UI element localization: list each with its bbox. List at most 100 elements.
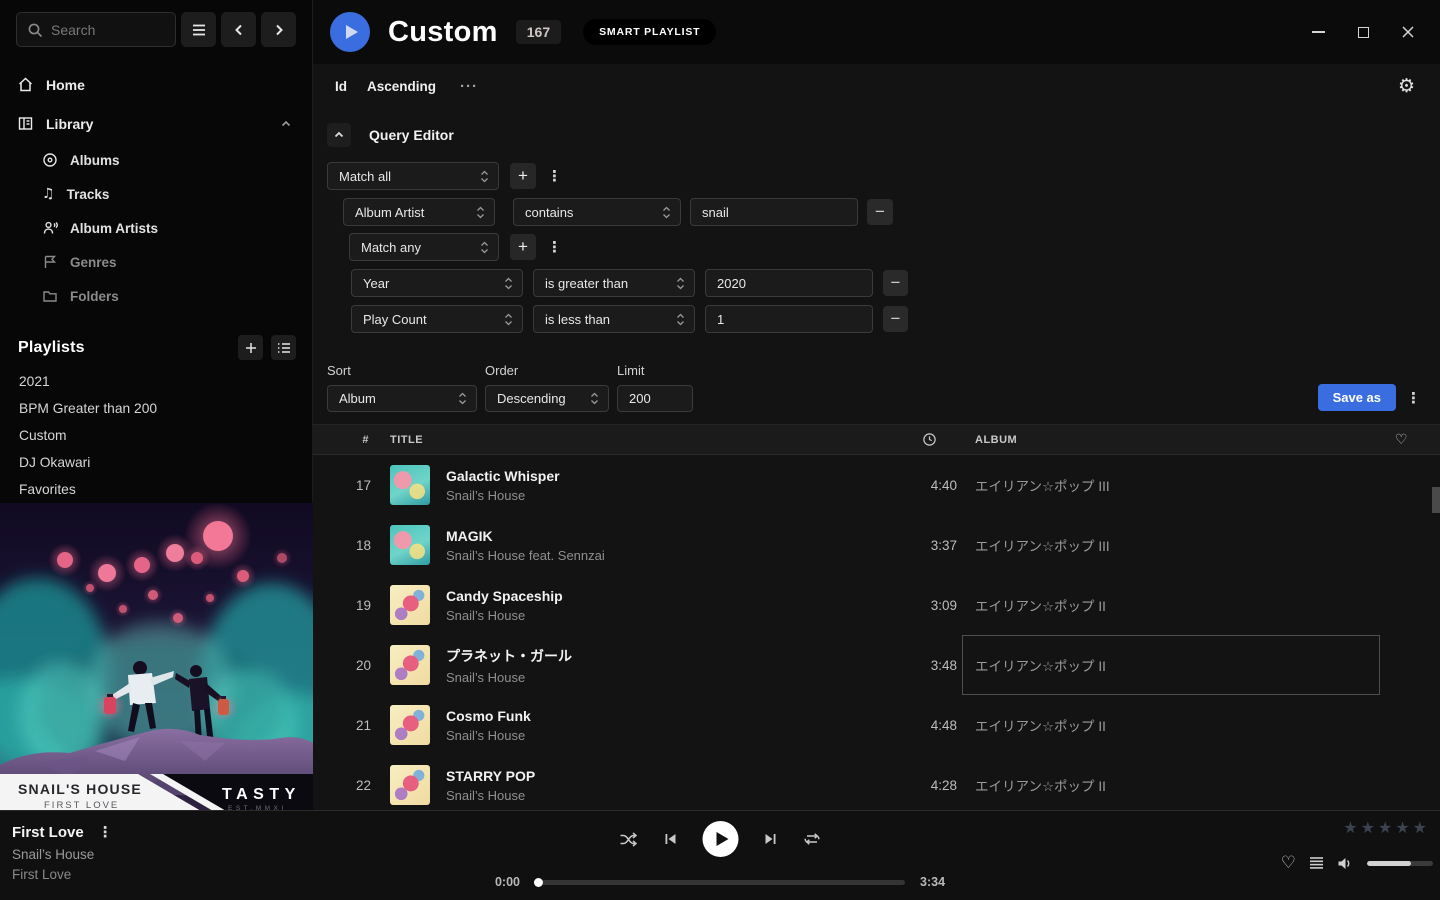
track-title[interactable]: STARRY POP bbox=[446, 768, 535, 784]
now-playing-menu-button[interactable]: ⋮ bbox=[98, 823, 112, 841]
column-header-duration[interactable] bbox=[890, 432, 975, 447]
previous-button[interactable] bbox=[663, 831, 679, 847]
playlist-item[interactable]: 2021 bbox=[0, 368, 312, 395]
rating-stars[interactable]: ★★★★★ bbox=[1343, 818, 1427, 837]
nav-forward-button[interactable] bbox=[261, 12, 296, 47]
shuffle-button[interactable] bbox=[619, 831, 639, 848]
remove-rule-button[interactable]: − bbox=[883, 270, 908, 296]
sort-field-button[interactable]: Id bbox=[335, 79, 347, 94]
remove-rule-button[interactable]: − bbox=[883, 306, 908, 332]
track-artist[interactable]: Snail’s House bbox=[446, 788, 535, 803]
track-album[interactable]: エイリアン☆ポップ II bbox=[975, 775, 1385, 795]
table-row[interactable]: 22 STARRY POP Snail’s House 4:28 エイリアン☆ポ… bbox=[313, 755, 1440, 810]
track-title[interactable]: プラネット・ガール bbox=[446, 646, 572, 666]
table-row[interactable]: 17 Galactic Whisper Snail’s House 4:40 エ… bbox=[313, 455, 1440, 515]
track-artist[interactable]: Snail’s House bbox=[446, 670, 572, 685]
maximize-button[interactable] bbox=[1355, 24, 1371, 40]
now-playing-title[interactable]: First Love bbox=[12, 824, 84, 841]
track-album[interactable]: エイリアン☆ポップ II bbox=[975, 595, 1385, 615]
search-field[interactable] bbox=[51, 22, 165, 38]
sidebar-item-library[interactable]: Library bbox=[0, 104, 312, 143]
rule-field-select[interactable]: Album Artist bbox=[343, 198, 495, 226]
playlist-list-button[interactable] bbox=[271, 335, 296, 360]
group-menu-button[interactable]: ⋮ bbox=[547, 238, 561, 256]
scrollbar-thumb[interactable] bbox=[1432, 487, 1440, 513]
seek-handle[interactable] bbox=[534, 878, 543, 887]
queue-button[interactable] bbox=[1309, 856, 1324, 870]
match-any-select[interactable]: Match any bbox=[349, 233, 499, 261]
play-playlist-button[interactable] bbox=[330, 12, 370, 52]
menu-button[interactable] bbox=[181, 12, 216, 47]
close-button[interactable] bbox=[1400, 24, 1416, 40]
sidebar-item-folders[interactable]: Folders bbox=[0, 279, 312, 313]
playlist-item[interactable]: Favorites bbox=[0, 476, 312, 503]
track-title[interactable]: Candy Spaceship bbox=[446, 588, 563, 604]
rule-menu-button[interactable]: ⋮ bbox=[547, 167, 561, 185]
sidebar-item-album-artists[interactable]: Album Artists bbox=[0, 211, 312, 245]
sidebar-item-tracks[interactable]: ♫ Tracks bbox=[0, 177, 312, 211]
match-all-select[interactable]: Match all bbox=[327, 162, 499, 190]
table-row[interactable]: 18 MAGIK Snail’s House feat. Sennzai 3:3… bbox=[313, 515, 1440, 575]
rule-value-input[interactable]: snail bbox=[690, 198, 858, 226]
sidebar-item-genres[interactable]: Genres bbox=[0, 245, 312, 279]
column-header-index[interactable]: # bbox=[313, 434, 375, 446]
save-menu-button[interactable]: ⋮ bbox=[1406, 389, 1420, 407]
play-pause-button[interactable] bbox=[703, 821, 739, 857]
limit-input[interactable]: 200 bbox=[617, 385, 693, 412]
track-album[interactable]: エイリアン☆ポップ III bbox=[975, 535, 1385, 555]
rule-value-input[interactable]: 1 bbox=[705, 305, 873, 333]
playlist-item[interactable]: BPM Greater than 200 bbox=[0, 395, 312, 422]
seek-bar[interactable] bbox=[535, 880, 905, 885]
order-select[interactable]: Descending bbox=[485, 385, 609, 412]
track-title[interactable]: MAGIK bbox=[446, 528, 605, 544]
add-group-rule-button[interactable]: + bbox=[510, 234, 536, 260]
favorite-button[interactable]: ♡ bbox=[1281, 853, 1296, 873]
table-row[interactable]: 20 プラネット・ガール Snail’s House 3:48 エイリアン☆ポッ… bbox=[313, 635, 1440, 695]
minimize-button[interactable] bbox=[1310, 24, 1326, 40]
search-input[interactable] bbox=[16, 12, 176, 47]
track-album[interactable]: エイリアン☆ポップ III bbox=[975, 475, 1385, 495]
track-artist[interactable]: Snail’s House feat. Sennzai bbox=[446, 548, 605, 563]
add-playlist-button[interactable] bbox=[238, 335, 263, 360]
rule-field-select[interactable]: Year bbox=[351, 269, 523, 297]
track-title[interactable]: Cosmo Funk bbox=[446, 708, 531, 724]
star-icon[interactable]: ★ bbox=[1413, 818, 1427, 837]
nav-back-button[interactable] bbox=[221, 12, 256, 47]
star-icon[interactable]: ★ bbox=[1361, 818, 1375, 837]
volume-slider[interactable] bbox=[1367, 861, 1433, 866]
rule-operator-select[interactable]: contains bbox=[513, 198, 681, 226]
now-playing-album[interactable]: First Love bbox=[12, 867, 112, 882]
track-album[interactable]: エイリアン☆ポップ II bbox=[975, 715, 1385, 735]
sort-select[interactable]: Album bbox=[327, 385, 477, 412]
playlist-item[interactable]: Custom bbox=[0, 422, 312, 449]
now-playing-art[interactable]: SNAIL'S HOUSE FIRST LOVE TASTY EST.MMXI bbox=[0, 503, 313, 810]
sidebar-item-home[interactable]: Home bbox=[0, 65, 312, 104]
remove-rule-button[interactable]: − bbox=[867, 199, 893, 225]
table-row[interactable]: 19 Candy Spaceship Snail’s House 3:09 エイ… bbox=[313, 575, 1440, 635]
repeat-button[interactable] bbox=[803, 831, 822, 847]
rule-operator-select[interactable]: is less than bbox=[533, 305, 695, 333]
next-button[interactable] bbox=[763, 831, 779, 847]
column-header-title[interactable]: TITLE bbox=[375, 434, 890, 446]
chevron-up-icon[interactable] bbox=[280, 118, 292, 130]
rule-field-select[interactable]: Play Count bbox=[351, 305, 523, 333]
table-row[interactable]: 21 Cosmo Funk Snail’s House 4:48 エイリアン☆ポ… bbox=[313, 695, 1440, 755]
sidebar-item-albums[interactable]: Albums bbox=[0, 143, 312, 177]
star-icon[interactable]: ★ bbox=[1395, 818, 1409, 837]
star-icon[interactable]: ★ bbox=[1378, 818, 1392, 837]
track-title[interactable]: Galactic Whisper bbox=[446, 468, 560, 484]
save-as-button[interactable]: Save as bbox=[1318, 384, 1396, 411]
volume-button[interactable] bbox=[1337, 856, 1354, 871]
star-icon[interactable]: ★ bbox=[1343, 818, 1357, 837]
track-artist[interactable]: Snail’s House bbox=[446, 728, 531, 743]
track-artist[interactable]: Snail’s House bbox=[446, 608, 563, 623]
add-rule-button[interactable]: + bbox=[510, 163, 536, 189]
column-header-album[interactable]: ALBUM bbox=[975, 434, 1385, 446]
playlist-item[interactable]: DJ Okawari bbox=[0, 449, 312, 476]
track-album[interactable]: エイリアン☆ポップ II bbox=[963, 636, 1379, 694]
track-artist[interactable]: Snail’s House bbox=[446, 488, 560, 503]
sort-order-button[interactable]: Ascending bbox=[367, 79, 436, 94]
rule-operator-select[interactable]: is greater than bbox=[533, 269, 695, 297]
rule-value-input[interactable]: 2020 bbox=[705, 269, 873, 297]
collapse-query-editor-button[interactable] bbox=[327, 123, 351, 147]
